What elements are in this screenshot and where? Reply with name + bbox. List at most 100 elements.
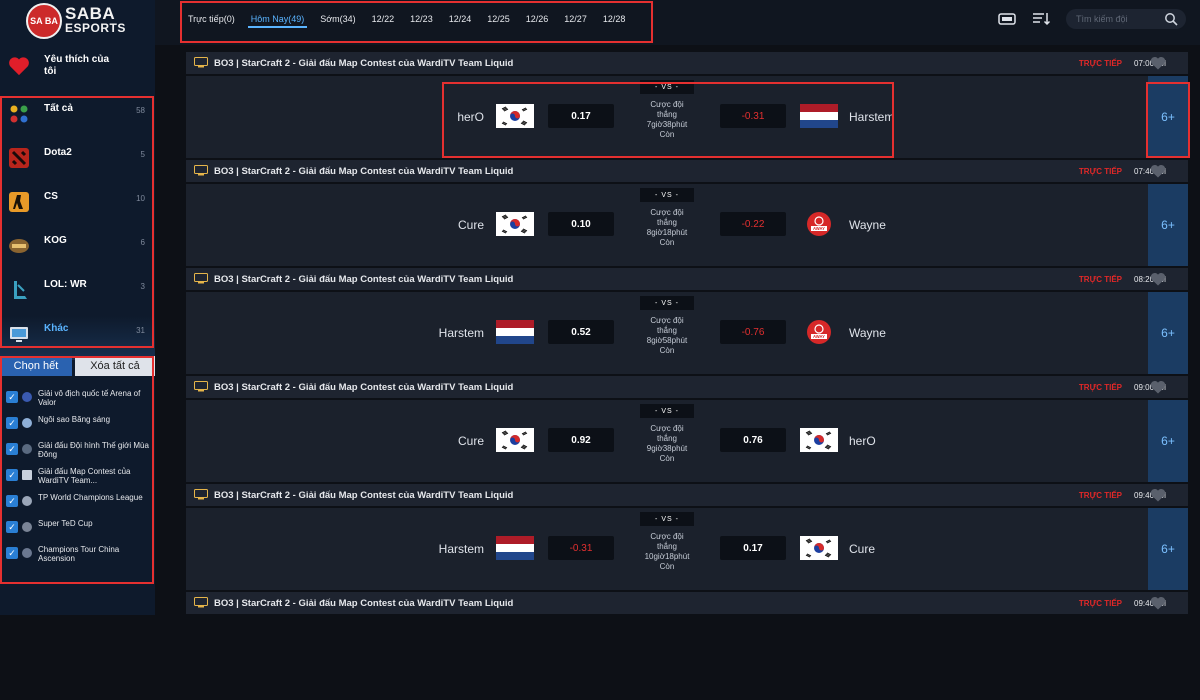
odds-left-button[interactable]: 0.52 <box>548 320 614 344</box>
tab-early[interactable]: Sớm(34) <box>317 12 358 28</box>
game-name: LOL: WR <box>44 279 87 290</box>
more-bets-button[interactable]: 6+ <box>1148 184 1188 266</box>
match-body: Cure 0.10 - VS - Cược đội thắng 8giờ18phút Còn… <box>186 184 1188 266</box>
top-bar: Trực tiếp(0) Hôm Nay(49) Sớm(34) 12/22 1… <box>155 0 1200 45</box>
league-item[interactable]: ✓ Giải đấu Đội hình Thế giới Mùa Đông <box>0 436 155 462</box>
checkbox-checked-icon[interactable]: ✓ <box>6 495 18 507</box>
league-logo-icon <box>22 496 32 506</box>
tab-date[interactable]: 12/23 <box>407 12 436 28</box>
game-item-other[interactable]: Khác 31 <box>0 316 155 360</box>
bet-type-line2: thắng <box>656 326 678 335</box>
game-count: 58 <box>136 106 145 115</box>
more-bets-button[interactable]: 6+ <box>1148 400 1188 482</box>
tab-date[interactable]: 12/26 <box>523 12 552 28</box>
odds-right-button[interactable]: -0.76 <box>720 320 786 344</box>
game-item-all[interactable]: Tất cả 58 <box>0 96 155 140</box>
match-body: Cure 0.92 - VS - Cược đội thắng 9giờ38phút Còn… <box>186 400 1188 482</box>
tab-date[interactable]: 12/27 <box>561 12 590 28</box>
odds-left-button[interactable]: -0.31 <box>548 536 614 560</box>
league-item[interactable]: ✓ Giải đấu Map Contest của WardiTV Team.… <box>0 462 155 488</box>
favorite-heart-icon[interactable] <box>1150 380 1166 394</box>
monitor-icon <box>194 489 208 500</box>
vs-badge: - VS - <box>640 80 694 94</box>
league-item[interactable]: ✓ Champions Tour China Ascension <box>0 540 155 566</box>
tab-date[interactable]: 12/22 <box>369 12 398 28</box>
tab-date[interactable]: 12/24 <box>446 12 475 28</box>
selection-controls: Chọn hết Xóa tất cả <box>0 356 155 378</box>
favorite-heart-icon[interactable] <box>1150 488 1166 502</box>
game-item-cs[interactable]: CS 10 <box>0 184 155 228</box>
team-right-name: Harstem <box>849 110 895 124</box>
heart-icon <box>9 57 29 76</box>
odds-right-button[interactable]: 0.76 <box>720 428 786 452</box>
remaining-label: Còn <box>659 238 675 247</box>
match-title: BO3 | StarCraft 2 - Giải đấu Map Contest… <box>214 490 514 501</box>
tab-date[interactable]: 12/25 <box>484 12 513 28</box>
odds-left-button[interactable]: 0.92 <box>548 428 614 452</box>
tab-live[interactable]: Trực tiếp(0) <box>185 12 238 28</box>
netherlands-flag-icon <box>496 320 534 344</box>
match-header: BO3 | StarCraft 2 - Giải đấu Map Contest… <box>186 592 1188 614</box>
favorite-heart-icon[interactable] <box>1150 56 1166 70</box>
vs-badge: - VS - <box>640 296 694 310</box>
logo-text-esports: ESPORTS <box>65 21 126 35</box>
more-bets-button[interactable]: 6+ <box>1148 292 1188 374</box>
saba-esports-logo[interactable]: SA BA SABA ESPORTS <box>26 3 136 39</box>
monitor-icon <box>194 597 208 608</box>
monitor-icon <box>194 273 208 284</box>
kog-icon <box>9 239 29 253</box>
checkbox-checked-icon[interactable]: ✓ <box>6 443 18 455</box>
sort-icon[interactable] <box>1032 12 1050 26</box>
league-name: Champions Tour China Ascension <box>38 545 120 563</box>
league-logo-icon <box>22 548 32 558</box>
game-item-lol-wr[interactable]: LOL: WR 3 <box>0 272 155 316</box>
game-item-dota2[interactable]: Dota2 5 <box>0 140 155 184</box>
odds-right-button[interactable]: -0.31 <box>720 104 786 128</box>
odds-left-button[interactable]: 0.17 <box>548 104 614 128</box>
checkbox-checked-icon[interactable]: ✓ <box>6 547 18 559</box>
select-all-button[interactable]: Chọn hết <box>0 356 72 376</box>
favorite-heart-icon[interactable] <box>1150 596 1166 610</box>
odds-right-button[interactable]: 0.17 <box>720 536 786 560</box>
south-korea-flag-icon <box>496 428 534 452</box>
date-tabs: Trực tiếp(0) Hôm Nay(49) Sớm(34) 12/22 1… <box>185 12 638 28</box>
more-bets-button[interactable]: 6+ <box>1148 76 1188 158</box>
search-input[interactable] <box>1076 14 1164 24</box>
netherlands-flag-icon <box>496 536 534 560</box>
south-korea-flag-icon <box>496 104 534 128</box>
match-list: BO3 | StarCraft 2 - Giải đấu Map Contest… <box>186 52 1200 700</box>
match-card: BO3 | StarCraft 2 - Giải đấu Map Contest… <box>186 160 1200 268</box>
favorites-item[interactable]: Yêu thích của tôi <box>0 50 155 90</box>
odds-right-button[interactable]: -0.22 <box>720 212 786 236</box>
team-left-name: Cure <box>457 218 484 232</box>
checkbox-checked-icon[interactable]: ✓ <box>6 391 18 403</box>
odds-left-button[interactable]: 0.10 <box>548 212 614 236</box>
monitor-icon <box>194 165 208 176</box>
odds-display-icon[interactable] <box>998 12 1016 26</box>
match-title: BO3 | StarCraft 2 - Giải đấu Map Contest… <box>214 274 514 285</box>
favorite-heart-icon[interactable] <box>1150 164 1166 178</box>
game-item-kog[interactable]: KOG 6 <box>0 228 155 272</box>
remaining-label: Còn <box>659 562 675 571</box>
checkbox-checked-icon[interactable]: ✓ <box>6 417 18 429</box>
favorite-heart-icon[interactable] <box>1150 272 1166 286</box>
tab-today[interactable]: Hôm Nay(49) <box>247 12 308 28</box>
checkbox-checked-icon[interactable]: ✓ <box>6 521 18 533</box>
team-right-name: Cure <box>849 542 876 556</box>
tab-date[interactable]: 12/28 <box>600 12 629 28</box>
game-count: 5 <box>140 150 145 159</box>
league-item[interactable]: ✓ Super TeD Cup <box>0 514 155 540</box>
league-name: Giải vô địch quốc tế Arena of Valor <box>38 389 141 407</box>
league-item[interactable]: ✓ Ngôi sao Băng sáng <box>0 410 155 436</box>
league-item[interactable]: ✓ TP World Champions League <box>0 488 155 514</box>
search-icon[interactable] <box>1164 12 1178 26</box>
bet-info: Cược đội thắng 9giờ38phút Còn <box>626 424 708 464</box>
checkbox-checked-icon[interactable]: ✓ <box>6 469 18 481</box>
match-card: BO3 | StarCraft 2 - Giải đấu Map Contest… <box>186 52 1200 160</box>
league-item[interactable]: ✓ Giải vô địch quốc tế Arena of Valor <box>0 384 155 410</box>
more-bets-button[interactable]: 6+ <box>1148 508 1188 590</box>
remaining-label: Còn <box>659 346 675 355</box>
bet-type-line1: Cược đội <box>650 208 684 217</box>
clear-all-button[interactable]: Xóa tất cả <box>75 356 155 376</box>
dota2-icon <box>9 148 29 168</box>
